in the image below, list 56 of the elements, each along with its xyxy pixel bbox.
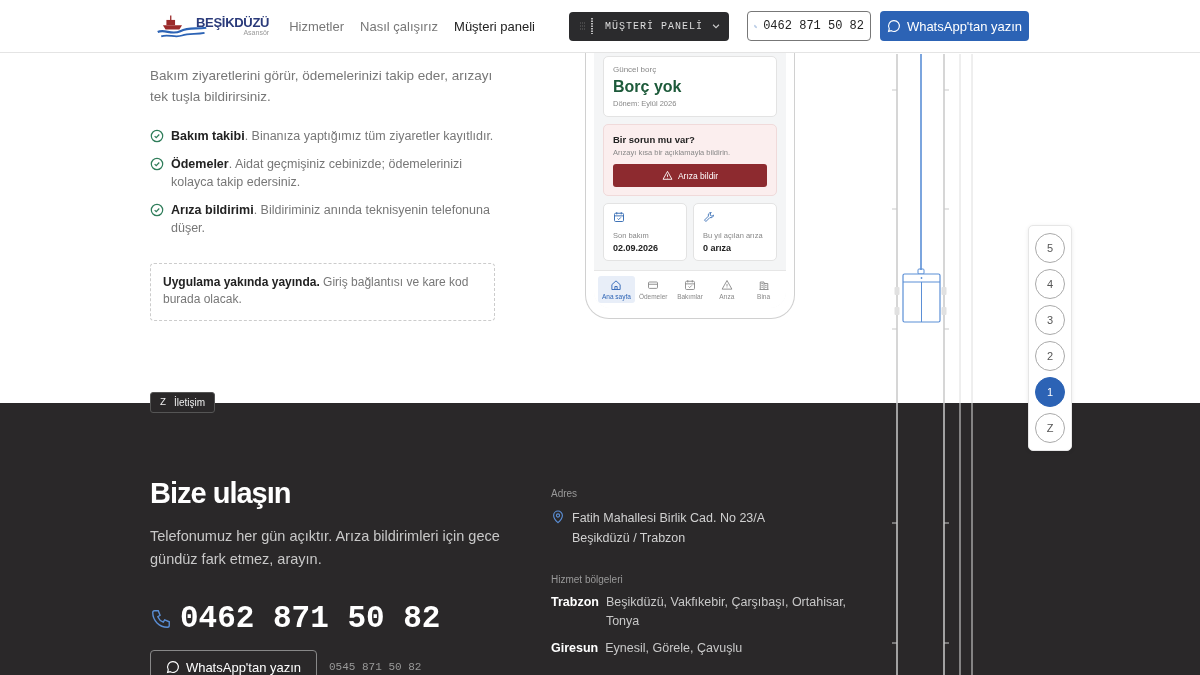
location-pin-icon <box>551 510 565 524</box>
regions-label: Hizmet bölgeleri <box>551 574 624 585</box>
contact-title: Bize ulaşın <box>150 477 292 510</box>
chat-bubble-icon <box>165 660 180 674</box>
chat-bubble-icon <box>886 19 901 33</box>
address-text: Beşikdüzü / Trabzon <box>572 530 687 547</box>
floor-button[interactable]: Z <box>1035 413 1065 443</box>
stat-value: 0 arıza <box>703 243 733 253</box>
calendar-icon <box>684 279 696 291</box>
whatsapp-button[interactable]: WhatsApp'tan yazın <box>150 650 317 675</box>
balance-label: Güncel borç <box>613 65 658 74</box>
floor-button[interactable]: 4 <box>1035 269 1065 299</box>
floor-button[interactable]: 5 <box>1035 233 1065 263</box>
address-label: Adres <box>551 488 579 499</box>
floor-button[interactable]: 3 <box>1035 305 1065 335</box>
chevron-down-icon <box>711 21 721 31</box>
customer-panel-button[interactable]: MÜŞTERİ PANELİ <box>569 11 729 41</box>
region-districts: Eynesil, Görele, Çavuşlu <box>605 640 743 657</box>
issue-title: Bir sorun mu var? <box>613 134 696 145</box>
region-districts: Beşikdüzü, Vakfıkebir, Çarşıbaşı, Ortahisar, Tonya <box>605 594 848 630</box>
home-icon <box>610 279 623 291</box>
stat-value: 02.09.2026 <box>613 243 660 253</box>
floor-button[interactable]: 2 <box>1035 341 1065 371</box>
feature-text: Ödemeler. Aidat geçmişiniz cebinizde; ödemelerinizi kolayca takip edersiniz. <box>171 155 464 191</box>
balance-value: Borç yok <box>613 78 683 96</box>
card-icon <box>647 279 660 291</box>
secondary-phone[interactable]: 0545 871 50 82 <box>329 661 422 673</box>
section-label: İletişim <box>174 397 206 408</box>
app-notice: Uygulama yakında yayında. Giriş bağlantısı ve kare kod burada olacak. <box>150 262 495 321</box>
address-text: Fatih Mahallesi Birlik Cad. No 23/A <box>572 510 766 527</box>
nav-link[interactable]: Müşteri paneli <box>454 18 535 34</box>
intro-text: tek tuşla bildirirsiniz. <box>150 87 271 106</box>
contact-phone[interactable]: 0462 871 50 82 <box>180 601 441 636</box>
warning-icon <box>661 170 673 181</box>
report-fault-button[interactable]: Arıza bildir <box>613 164 767 187</box>
whatsapp-button[interactable]: WhatsApp'tan yazın <box>880 11 1029 41</box>
check-circle-icon <box>150 156 164 171</box>
feature-text: Arıza bildirimi. Bildiriminiz anında teknisyenin telefonuna düşer. <box>171 201 491 237</box>
floor-button[interactable]: 1 <box>1035 377 1065 407</box>
region-city: Giresun <box>551 640 599 657</box>
phone-icon <box>150 607 172 630</box>
nav-link[interactable]: Hizmetler <box>289 18 345 34</box>
phone-button[interactable]: 0462 871 50 82 <box>747 11 871 41</box>
contact-text: Telefonumuz her gün açıktır. Arıza bildirimleri için gece gündüz fark etmez, arayın. <box>150 527 501 569</box>
logo-name: BEŞİKDÜZÜ <box>196 16 270 29</box>
wrench-icon <box>703 211 715 223</box>
check-circle-icon <box>150 129 164 143</box>
region-city: Trabzon <box>551 594 599 611</box>
warning-icon <box>720 279 733 291</box>
check-circle-icon <box>150 202 164 217</box>
feature-text: Bakım takibi. Binanıza yaptığımız tüm ziyaretler kayıtlıdır. <box>171 128 494 145</box>
nav-link[interactable]: Nasıl çalışırız <box>360 18 439 34</box>
intro-text: Bakım ziyaretlerini görür, ödemelerinizi takip eder, arızayı <box>150 67 493 85</box>
building-icon <box>757 279 770 291</box>
floor-code: Z <box>160 397 166 408</box>
calendar-icon <box>613 211 625 223</box>
